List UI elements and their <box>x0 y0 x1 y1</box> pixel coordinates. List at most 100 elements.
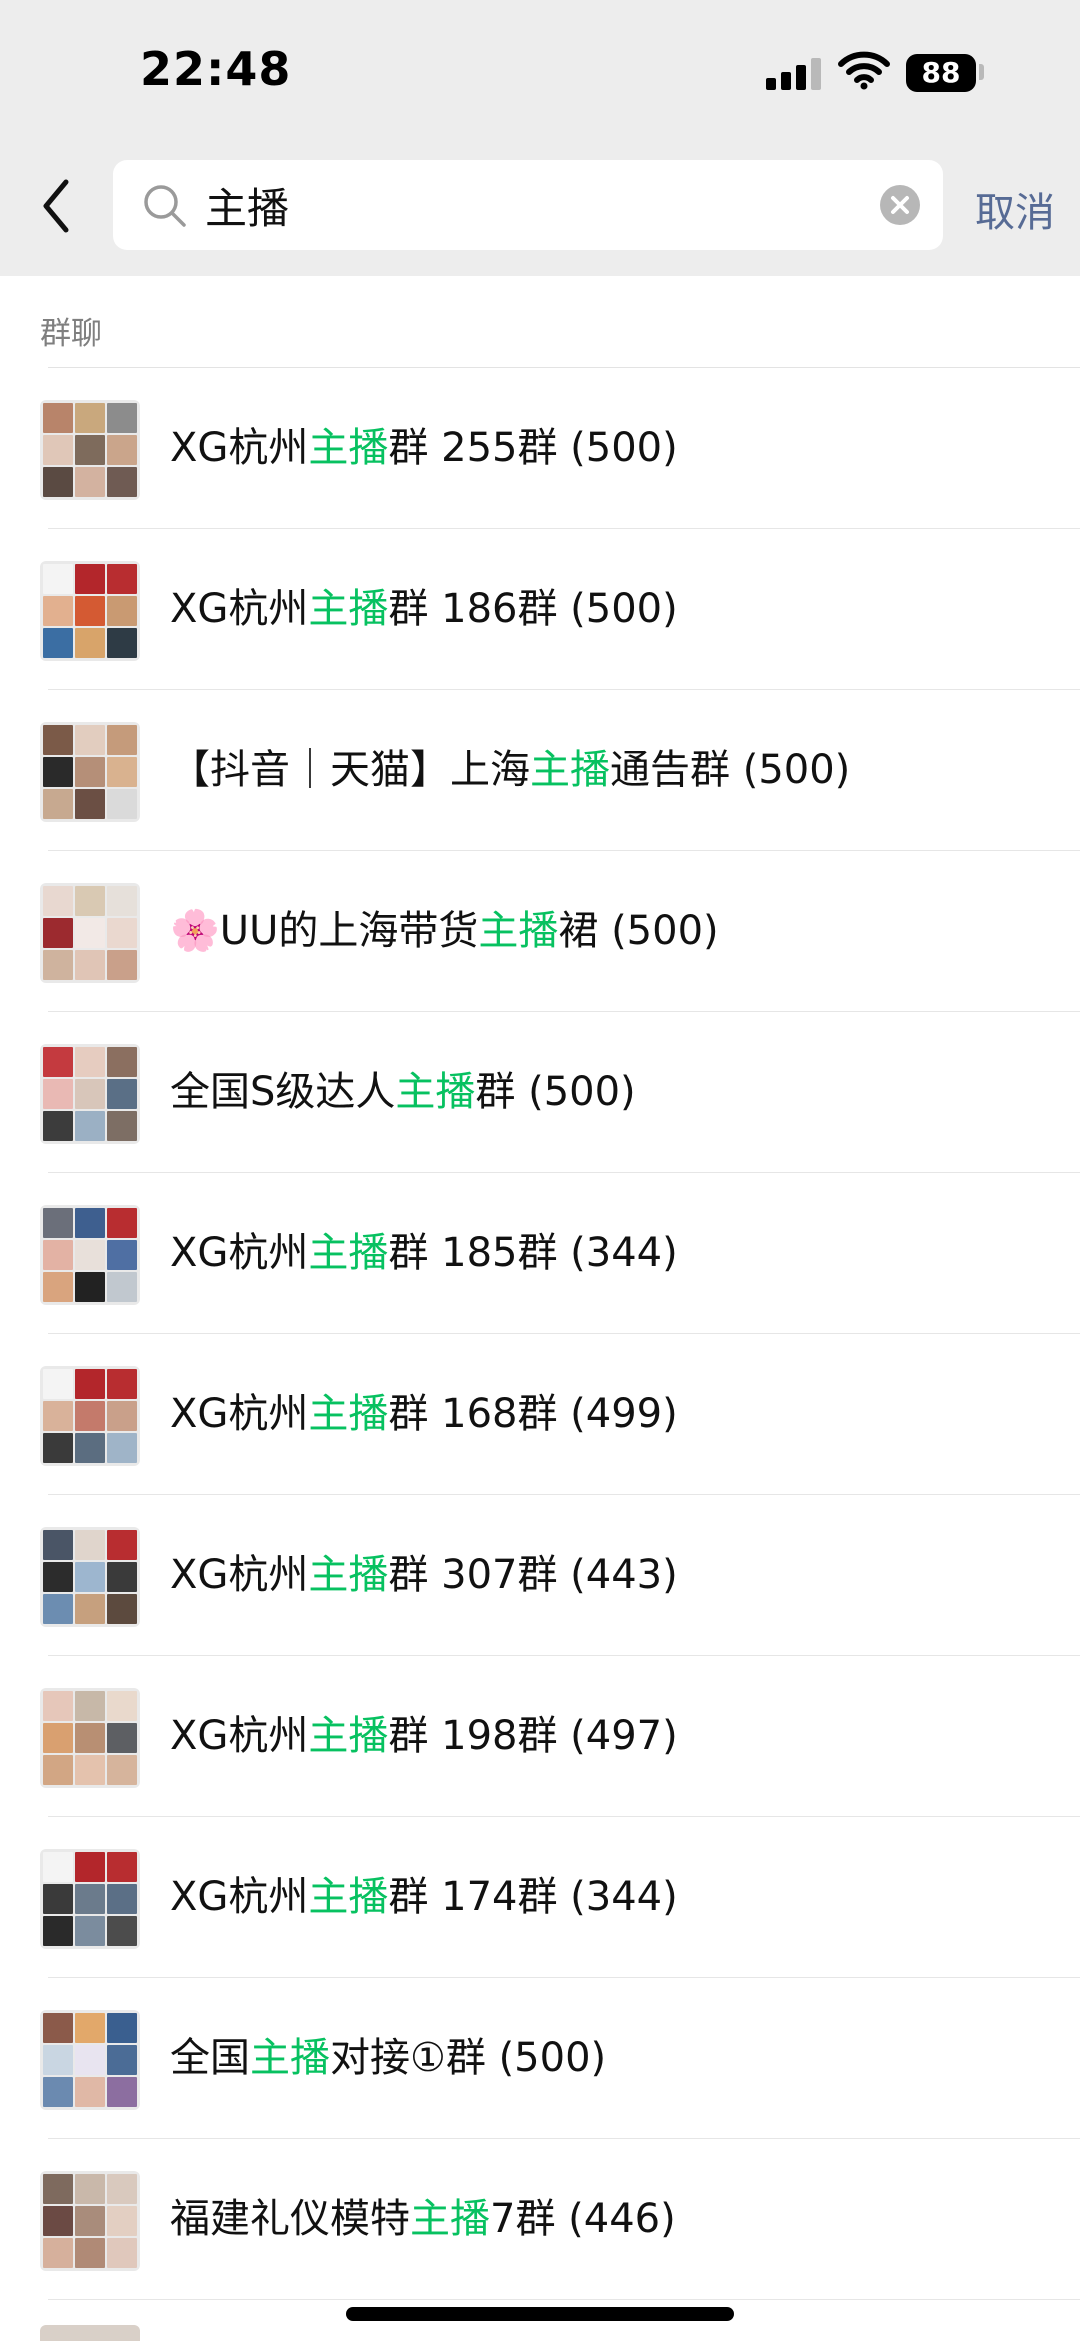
avatar-tile <box>107 1401 137 1431</box>
top-bar: 22:48 88 取消 <box>0 0 1080 276</box>
group-name-text: 全国 <box>170 2035 250 2081</box>
group-avatar <box>40 561 140 661</box>
group-chat-name: XG杭州主播群 186群 (500) <box>170 579 678 639</box>
avatar-tile <box>107 1530 137 1560</box>
avatar-tile <box>107 1433 137 1463</box>
back-chevron-icon[interactable] <box>34 176 82 236</box>
group-name-text: XG杭州 <box>170 1391 309 1437</box>
avatar-tile <box>107 1852 137 1882</box>
search-icon <box>144 185 186 227</box>
avatar-tile <box>75 1562 105 1592</box>
group-chat-row[interactable]: XG杭州主播群 198群 (497) <box>0 1656 1080 1817</box>
group-chat-row[interactable]: 🌸UU的上海带货主播裙 (500) <box>0 851 1080 1012</box>
group-chat-name: XG杭州主播群 307群 (443) <box>170 1545 678 1605</box>
avatar-tile <box>75 2174 105 2204</box>
search-match-highlight: 主播 <box>410 2196 490 2242</box>
group-chat-name: XG杭州主播群 255群 (500) <box>170 418 678 478</box>
avatar-tile <box>75 789 105 819</box>
group-name-text: 群 (500) <box>475 1069 636 1115</box>
group-chat-row[interactable]: 全国主播对接①群 (500) <box>0 1978 1080 2139</box>
avatar-tile <box>107 1208 137 1238</box>
group-avatar <box>40 1205 140 1305</box>
avatar-tile <box>107 1594 137 1624</box>
group-chat-name: 福建礼仪模特主播7群 (446) <box>170 2189 676 2249</box>
avatar-tile <box>75 1884 105 1914</box>
avatar-tile <box>75 1723 105 1753</box>
avatar-tile <box>107 1369 137 1399</box>
avatar-tile <box>75 1047 105 1077</box>
group-chat-name: 【抖音｜天猫】上海主播通告群 (500) <box>170 740 850 800</box>
avatar-tile <box>43 2174 73 2204</box>
avatar-tile <box>43 918 73 948</box>
search-input[interactable] <box>205 160 845 250</box>
group-name-text: 群 174群 (344) <box>388 1874 678 1920</box>
group-name-text: XG杭州 <box>170 1552 309 1598</box>
avatar-tile <box>43 435 73 465</box>
avatar-tile <box>75 1594 105 1624</box>
group-avatar <box>40 1849 140 1949</box>
avatar-tile <box>43 467 73 497</box>
avatar-tile <box>43 1723 73 1753</box>
avatar-tile <box>107 435 137 465</box>
search-match-highlight: 主播 <box>250 2035 330 2081</box>
avatar-tile <box>107 2045 137 2075</box>
avatar-tile <box>43 1079 73 1109</box>
group-chat-row[interactable]: XG杭州主播群 168群 (499) <box>0 1334 1080 1495</box>
avatar-tile <box>43 403 73 433</box>
group-chat-row[interactable]: XG杭州主播群 185群 (344) <box>0 1173 1080 1334</box>
avatar-tile <box>107 950 137 980</box>
group-chat-row[interactable]: XG杭州主播群 307群 (443) <box>0 1495 1080 1656</box>
avatar-tile <box>43 725 73 755</box>
status-time: 22:48 <box>140 42 292 96</box>
search-match-highlight: 主播 <box>308 1874 389 1920</box>
avatar-tile <box>75 1272 105 1302</box>
avatar-tile <box>43 886 73 916</box>
avatar-tile <box>107 1884 137 1914</box>
avatar-tile <box>75 564 105 594</box>
avatar-tile <box>75 1530 105 1560</box>
avatar-tile <box>75 1079 105 1109</box>
avatar-tile <box>107 1047 137 1077</box>
avatar-tile <box>43 564 73 594</box>
group-chat-row[interactable]: 福建礼仪模特主播7群 (446) <box>0 2139 1080 2300</box>
avatar-tile <box>43 1111 73 1141</box>
group-avatar <box>40 400 140 500</box>
group-name-text: XG杭州 <box>170 1230 309 1276</box>
avatar-tile <box>43 1594 73 1624</box>
group-avatar <box>40 1044 140 1144</box>
search-match-highlight: 主播 <box>308 1391 389 1437</box>
avatar-tile <box>107 1562 137 1592</box>
group-chat-row[interactable]: XG杭州主播群 255群 (500) <box>0 368 1080 529</box>
group-avatar <box>40 1527 140 1627</box>
avatar-tile <box>107 628 137 658</box>
avatar-tile <box>43 1240 73 1270</box>
group-chat-row[interactable]: 【抖音｜天猫】上海主播通告群 (500) <box>0 690 1080 851</box>
group-chat-name: 全国主播对接①群 (500) <box>170 2028 606 2088</box>
group-chat-name: 全国S级达人主播群 (500) <box>170 1062 636 1122</box>
avatar-tile <box>75 1240 105 1270</box>
cancel-button[interactable]: 取消 <box>975 180 1055 238</box>
avatar-tile <box>43 2045 73 2075</box>
search-box[interactable] <box>113 160 943 250</box>
avatar-tile <box>75 918 105 948</box>
search-match-highlight: 主播 <box>530 747 610 793</box>
group-name-text: XG杭州 <box>170 1874 309 1920</box>
group-chat-row[interactable]: XG杭州主播群 174群 (344) <box>0 1817 1080 1978</box>
avatar-tile <box>43 757 73 787</box>
group-name-text: 7群 (446) <box>490 2196 676 2242</box>
group-name-text: XG杭州 <box>170 1713 309 1759</box>
clear-search-button[interactable] <box>880 185 920 225</box>
group-avatar <box>40 883 140 983</box>
group-name-text: 群 255群 (500) <box>388 425 678 471</box>
group-chat-row[interactable]: 全国S级达人主播群 (500) <box>0 1012 1080 1173</box>
avatar-tile <box>43 1530 73 1560</box>
avatar-tile <box>43 2013 73 2043</box>
group-chat-row[interactable]: XG杭州主播群 186群 (500) <box>0 529 1080 690</box>
clear-icon <box>891 196 909 214</box>
battery-icon: 88 <box>906 54 976 92</box>
group-name-text: 全国S级达人 <box>170 1069 396 1115</box>
avatar-tile <box>75 596 105 626</box>
avatar-tile <box>43 1272 73 1302</box>
avatar-tile <box>43 2238 73 2268</box>
group-name-text: 🌸UU的上海带货 <box>170 908 479 954</box>
